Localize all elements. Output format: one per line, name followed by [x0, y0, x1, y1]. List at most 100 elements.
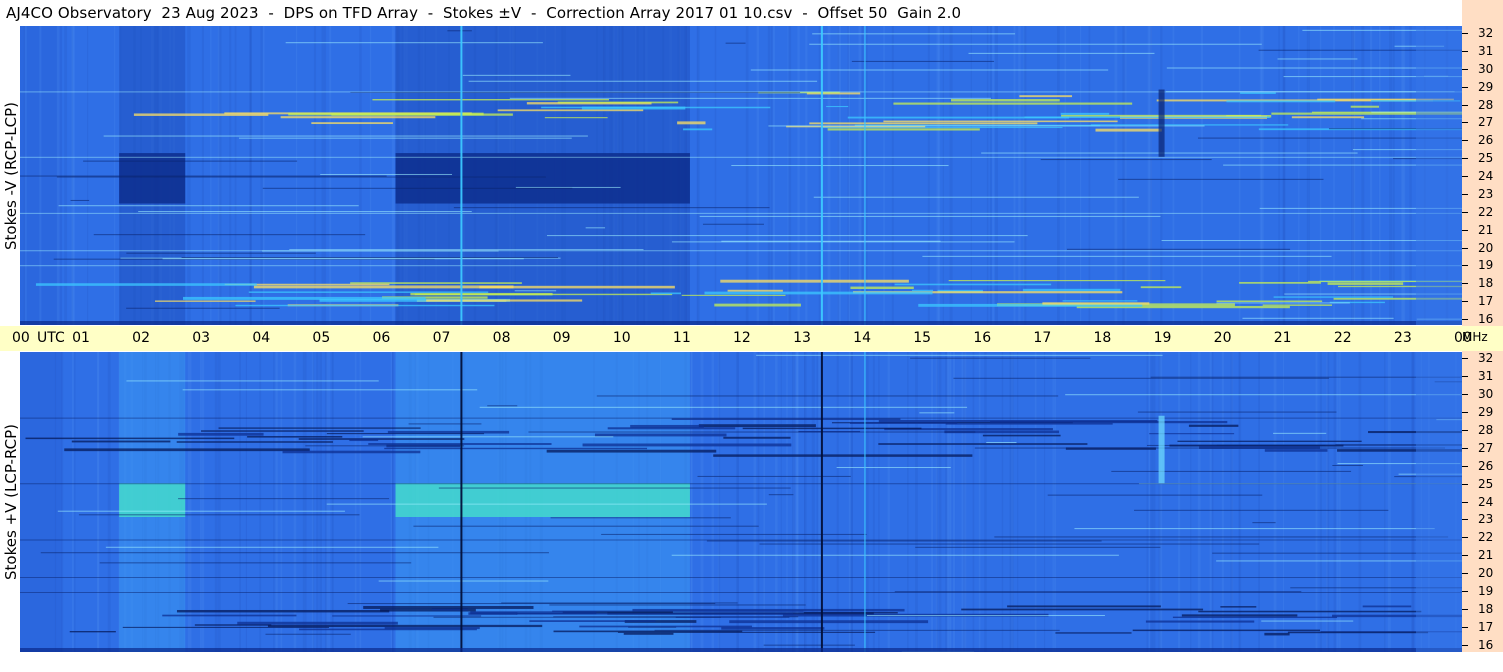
interference-line	[699, 215, 1161, 217]
spectrogram-texture	[280, 352, 283, 652]
interference-line	[40, 552, 549, 554]
freq-tick-label: 26	[1478, 458, 1494, 473]
top-panel-label: Stokes -V (RCP-LCP)	[2, 101, 20, 250]
freq-tick	[1462, 447, 1468, 449]
activity-streak	[623, 632, 674, 635]
time-unit-label: UTC	[37, 330, 65, 346]
spectrogram-texture	[963, 352, 967, 652]
spectrogram-texture	[260, 26, 263, 325]
activity-streak	[893, 102, 1133, 105]
interference-line	[320, 173, 453, 175]
activity-streak	[1291, 116, 1365, 119]
freq-tick	[1462, 140, 1468, 142]
activity-streak	[1264, 632, 1290, 636]
spectrogram-texture	[114, 26, 116, 325]
activity-streak	[248, 291, 489, 293]
interference-line	[378, 580, 549, 582]
spectrogram-texture	[249, 26, 252, 325]
interference-line	[362, 436, 614, 438]
freq-tick	[1462, 176, 1468, 177]
freq-tick	[1462, 319, 1468, 320]
freq-tick	[1462, 501, 1468, 503]
activity-streak	[282, 450, 421, 454]
freq-tick-label: 24	[1478, 169, 1494, 183]
interference-line	[671, 554, 1119, 556]
activity-streak	[727, 289, 783, 292]
spectrogram-texture	[775, 352, 778, 652]
interference-line	[1146, 444, 1326, 446]
interference-line	[654, 629, 1060, 631]
activity-streak	[237, 621, 398, 625]
freq-tick-label: 16	[1478, 312, 1494, 326]
activity-streak	[1055, 632, 1132, 634]
spectrogram-texture	[1412, 352, 1415, 652]
activity-streak	[541, 106, 771, 109]
activity-streak	[682, 128, 713, 131]
freq-tick-label: 25	[1478, 151, 1494, 166]
spectrogram-texture	[887, 352, 890, 652]
interference-line	[813, 196, 1139, 198]
interference-line	[462, 74, 571, 76]
activity-streak	[64, 448, 310, 452]
activity-streak	[162, 614, 297, 617]
interference-line	[265, 633, 351, 635]
spectrogram-texture	[1319, 26, 1322, 325]
activity-streak	[883, 120, 1118, 123]
spectrogram-texture	[1361, 26, 1365, 325]
freq-tick-label: 28	[1478, 422, 1494, 437]
interference-line	[326, 503, 767, 505]
activity-streak	[617, 631, 876, 633]
interference-line	[986, 442, 1017, 444]
freq-tick-label: 18	[1478, 602, 1494, 617]
freq-tick	[1462, 104, 1468, 106]
spectrogram-texture	[786, 352, 788, 652]
activity-streak	[1216, 300, 1323, 303]
freq-tick	[1462, 122, 1468, 124]
interference-line	[546, 235, 1028, 237]
activity-streak	[1177, 440, 1362, 442]
freq-tick	[1462, 358, 1468, 359]
time-tick-label: 01	[72, 330, 90, 346]
time-tick-label: 10	[612, 330, 631, 346]
activity-streak	[1042, 302, 1150, 305]
interference-line	[438, 487, 791, 489]
spectrogram-texture	[56, 26, 60, 325]
right-edge-band	[1416, 352, 1462, 652]
channel-line	[20, 577, 1462, 578]
event-column	[1158, 415, 1165, 484]
spectrogram-texture	[714, 26, 717, 325]
interference-line	[182, 389, 478, 391]
interference-line	[596, 395, 1059, 397]
activity-streak	[681, 294, 786, 296]
activity-streak	[826, 105, 849, 108]
interference-line	[981, 152, 1358, 154]
freq-tick-label: 31	[1478, 368, 1494, 383]
channel-line	[20, 539, 1462, 541]
activity-streak	[1226, 100, 1336, 103]
activity-streak	[1132, 629, 1321, 632]
vertical-event-line	[820, 352, 823, 652]
spectrogram-texture	[938, 26, 941, 325]
spectrogram-top	[20, 26, 1462, 325]
interference-line	[528, 431, 976, 433]
activity-streak	[878, 443, 1088, 445]
activity-streak	[1024, 116, 1270, 118]
activity-streak	[827, 128, 980, 131]
activity-streak	[582, 443, 792, 447]
spectrogram-texture	[1378, 26, 1381, 325]
time-tick-label: 21	[1273, 330, 1292, 346]
time-tick-label: 20	[1213, 330, 1232, 346]
activity-streak	[176, 609, 390, 613]
spectrogram-texture	[1238, 26, 1241, 325]
interference-line	[750, 69, 1109, 71]
freq-tick-label: 16	[1478, 638, 1494, 652]
right-edge-band	[1416, 26, 1462, 325]
spectrogram-texture	[1319, 352, 1322, 652]
spectrogram-texture	[217, 352, 220, 652]
spectrogram-texture	[753, 352, 757, 652]
interference-line	[447, 30, 472, 32]
interference-line	[702, 223, 764, 225]
spectrogram-texture	[1315, 352, 1318, 652]
spectrogram-texture	[324, 26, 327, 325]
interference-line	[181, 257, 558, 259]
